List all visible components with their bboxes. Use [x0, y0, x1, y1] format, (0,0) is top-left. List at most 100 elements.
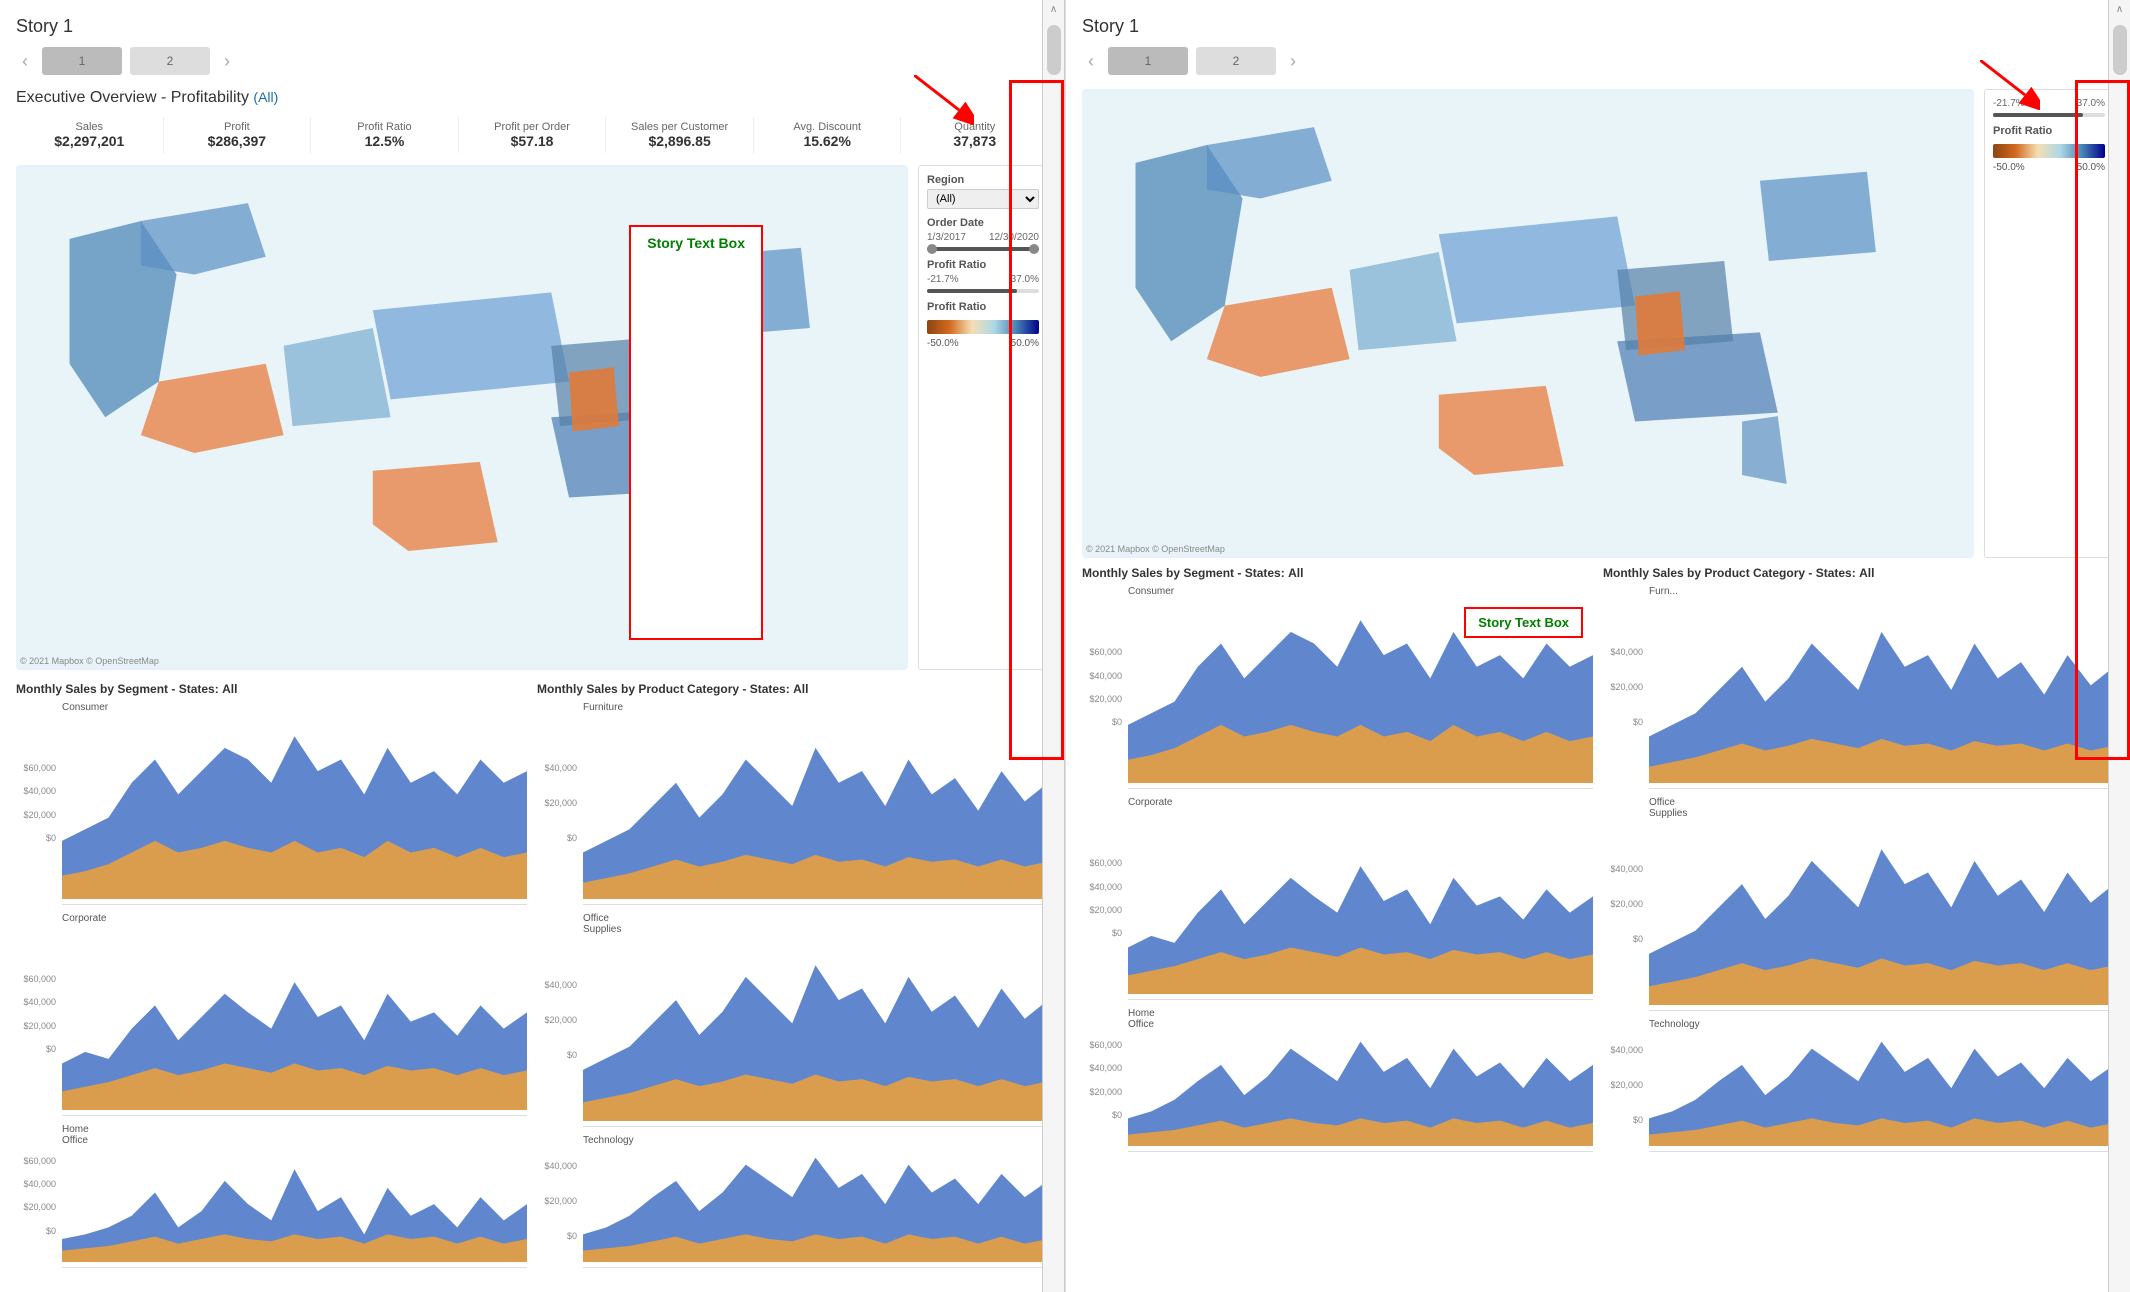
kpi-sales-per-customer: Sales per Customer $2,896.85	[606, 117, 754, 153]
consumer-label: Consumer	[62, 702, 117, 713]
corporate-chart-row: $60,000 $40,000 $20,000 $0 Corporate	[16, 913, 527, 1116]
kpi-avg-discount: Avg. Discount 15.62%	[754, 117, 902, 153]
right-home-office-label: Home Office	[1128, 1008, 1183, 1030]
right-map-copyright: © 2021 Mapbox © OpenStreetMap	[1086, 544, 1225, 554]
technology-y-labels: $40,000 $20,000 $0	[537, 1161, 577, 1241]
left-prev-arrow[interactable]: ‹	[16, 49, 34, 74]
right-furniture-chart	[1649, 597, 2114, 789]
right-corporate-label: Corporate	[1128, 797, 1183, 808]
scroll-thumb[interactable]	[1047, 25, 1061, 75]
office-supplies-chart-row: $40,000 $20,000 $0 Office Supplies	[537, 913, 1048, 1127]
map-copyright: © 2021 Mapbox © OpenStreetMap	[20, 656, 159, 666]
right-technology-chart-row: $40,000 $20,000 $0 Technology	[1603, 1019, 2114, 1152]
right-panel: Story 1 ‹ 1 2 › © 2021 Mapbox	[1065, 0, 2130, 1292]
home-office-chart-row: $60,000 $40,000 $20,000 $0 Home Office	[16, 1124, 527, 1268]
kpi-profit-ratio: Profit Ratio 12.5%	[311, 117, 459, 153]
technology-chart-row: $40,000 $20,000 $0 Technology	[537, 1135, 1048, 1268]
furniture-chart-row: $40,000 $20,000 $0 Furniture	[537, 702, 1048, 905]
map-svg	[16, 165, 908, 670]
right-home-office-chart	[1128, 1030, 1593, 1152]
furniture-label: Furniture	[583, 702, 638, 713]
right-home-office-svg	[1128, 1030, 1593, 1146]
corporate-label: Corporate	[62, 913, 117, 924]
order-date-slider[interactable]	[927, 247, 1039, 251]
right-corporate-y-labels: $60,000 $40,000 $20,000 $0	[1082, 858, 1122, 938]
office-supplies-svg	[583, 935, 1048, 1121]
product-charts-column: $40,000 $20,000 $0 Furniture	[537, 702, 1048, 1276]
right-nav-dot-1[interactable]: 1	[1108, 47, 1188, 75]
corporate-y-labels: $60,000 $40,000 $20,000 $0	[16, 974, 56, 1054]
right-technology-svg	[1649, 1030, 2114, 1146]
right-profit-ratio-filter: -21.7% 37.0%	[1993, 98, 2105, 117]
main-content-area: © 2021 Mapbox © OpenStreetMap Story Text…	[16, 165, 1048, 670]
right-nav-bar: ‹ 1 2 ›	[1082, 47, 2114, 75]
right-corporate-chart-row: $60,000 $40,000 $20,000 $0 Corporate	[1082, 797, 1593, 1000]
consumer-chart	[62, 713, 527, 905]
home-office-y-labels: $60,000 $40,000 $20,000 $0	[16, 1156, 56, 1236]
right-us-map: © 2021 Mapbox © OpenStreetMap	[1082, 89, 1974, 558]
right-segment-charts-column: $60,000 $40,000 $20,000 $0 Consumer Stor…	[1082, 586, 1593, 1160]
left-charts-section: Monthly Sales by Segment - States: All M…	[16, 682, 1048, 1276]
left-story-text-box[interactable]: Story Text Box	[629, 225, 763, 640]
exec-title: Executive Overview - Profitability (All)	[16, 89, 1048, 107]
left-next-arrow[interactable]: ›	[218, 49, 236, 74]
right-corporate-svg	[1128, 808, 1593, 994]
right-main-content: © 2021 Mapbox © OpenStreetMap -21.7% 37.…	[1082, 89, 2114, 558]
right-furniture-svg	[1649, 597, 2114, 783]
right-scrollbar[interactable]: ∧	[2108, 0, 2130, 1292]
right-product-chart-title: Monthly Sales by Product Category - Stat…	[1603, 566, 2114, 580]
right-charts-grid: $60,000 $40,000 $20,000 $0 Consumer Stor…	[1082, 586, 2114, 1160]
consumer-chart-row: $60,000 $40,000 $20,000 $0 Consumer	[16, 702, 527, 905]
scroll-up-icon[interactable]: ∧	[1050, 4, 1057, 15]
right-furniture-label: Furn...	[1649, 586, 1704, 597]
segment-charts-column: $60,000 $40,000 $20,000 $0 Consumer	[16, 702, 527, 1276]
right-consumer-label: Consumer	[1128, 586, 1183, 597]
right-office-supplies-chart	[1649, 819, 2114, 1011]
right-consumer-y-labels: $60,000 $40,000 $20,000 $0	[1082, 647, 1122, 727]
right-office-supplies-chart-row: $40,000 $20,000 $0 OfficeSupplies	[1603, 797, 2114, 1011]
home-office-svg	[62, 1146, 527, 1262]
profit-ratio-legend: Profit Ratio -50.0% 50.0%	[927, 301, 1039, 349]
right-nav-dot-2[interactable]: 2	[1196, 47, 1276, 75]
region-filter: Region (All)	[927, 174, 1039, 209]
right-technology-y-labels: $40,000 $20,000 $0	[1603, 1045, 1643, 1125]
right-prev-arrow[interactable]: ‹	[1082, 49, 1100, 74]
kpi-profit: Profit $286,397	[164, 117, 312, 153]
right-product-charts-column: $40,000 $20,000 $0 Furn...	[1603, 586, 2114, 1160]
left-nav-dot-2[interactable]: 2	[130, 47, 210, 75]
right-consumer-chart-row: $60,000 $40,000 $20,000 $0 Consumer Stor…	[1082, 586, 1593, 789]
right-office-supplies-svg	[1649, 819, 2114, 1005]
right-technology-chart	[1649, 1030, 2114, 1152]
region-select[interactable]: (All)	[927, 189, 1039, 209]
left-filter-panel: Region (All) Order Date 1/3/2017 12/30/2…	[918, 165, 1048, 670]
home-office-label: Home Office	[62, 1124, 117, 1146]
charts-grid: $60,000 $40,000 $20,000 $0 Consumer	[16, 702, 1048, 1276]
charts-title-row: Monthly Sales by Segment - States: All M…	[16, 682, 1048, 696]
right-story-title: Story 1	[1082, 16, 2114, 37]
right-charts-title-row: Monthly Sales by Segment - States: All M…	[1082, 566, 2114, 580]
legend-gradient	[927, 320, 1039, 334]
profit-ratio-slider[interactable]	[927, 289, 1039, 293]
right-consumer-chart: Story Text Box	[1128, 597, 1593, 789]
us-map: © 2021 Mapbox © OpenStreetMap Story Text…	[16, 165, 908, 670]
left-story-title: Story 1	[16, 16, 1048, 37]
right-scroll-thumb[interactable]	[2113, 25, 2127, 75]
right-technology-label: Technology	[1649, 1019, 1704, 1030]
product-chart-title: Monthly Sales by Product Category - Stat…	[537, 682, 1048, 696]
right-map-svg	[1082, 89, 1974, 558]
right-segment-chart-title: Monthly Sales by Segment - States: All	[1082, 566, 1593, 580]
right-corporate-chart	[1128, 808, 1593, 1000]
right-story-text-box[interactable]: Story Text Box	[1464, 607, 1583, 638]
right-profit-ratio-slider[interactable]	[1993, 113, 2105, 117]
left-scrollbar[interactable]: ∧	[1042, 0, 1064, 1292]
consumer-y-labels: $60,000 $40,000 $20,000 $0	[16, 763, 56, 843]
right-office-supplies-label: OfficeSupplies	[1649, 797, 1704, 819]
corporate-svg	[62, 924, 527, 1110]
left-nav-dot-1[interactable]: 1	[42, 47, 122, 75]
furniture-chart	[583, 713, 1048, 905]
technology-chart	[583, 1146, 1048, 1268]
technology-svg	[583, 1146, 1048, 1262]
furniture-svg	[583, 713, 1048, 899]
right-next-arrow[interactable]: ›	[1284, 49, 1302, 74]
right-scroll-up-icon[interactable]: ∧	[2116, 4, 2123, 15]
